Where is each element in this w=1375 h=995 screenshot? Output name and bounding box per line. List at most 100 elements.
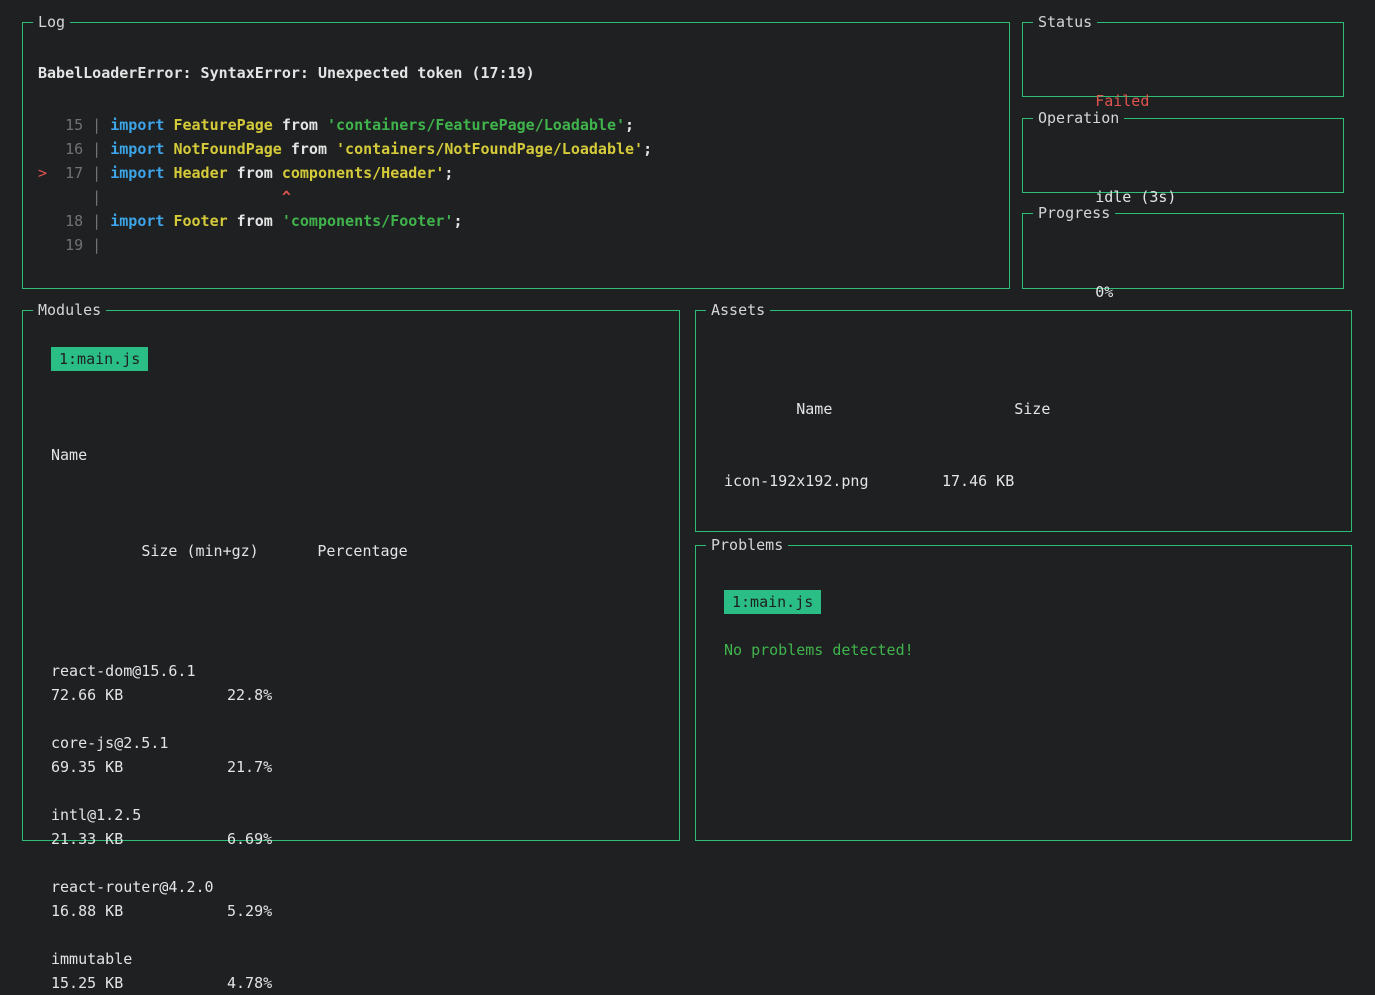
code-token: FeaturePage [173,116,272,134]
code-token: Footer [173,212,227,230]
log-code-line: 15 | import FeaturePage from 'containers… [38,113,994,137]
module-size-line: 72.66 KB22.8% [51,683,651,707]
assets-header-size: Size [1014,400,1050,418]
status-panel: Status Failed [1022,22,1344,97]
modules-header-name: Name [51,443,651,467]
code-token: ; [444,164,453,182]
module-row: intl@1.2.521.33 KB6.69% [51,803,651,851]
gutter-marker [38,212,47,230]
log-body: BabelLoaderError: SyntaxError: Unexpecte… [23,23,1009,257]
module-name: react-dom@15.6.1 [51,659,651,683]
assets-panel: Assets NameSize icon-192x192.png17.46 KB [695,310,1352,532]
progress-panel-title: Progress [1033,202,1115,224]
asset-row: icon-192x192.png17.46 KB [724,469,1323,493]
code-token: ^ [110,188,291,206]
log-code-line: > 17 | import Header from components/Hea… [38,161,994,185]
gutter-marker [38,116,47,134]
code-token: import [110,164,164,182]
code-token: NotFoundPage [173,140,281,158]
module-size-line: 69.35 KB21.7% [51,755,651,779]
problems-tab-main-js: 1:main.js [724,590,821,614]
gutter-marker [38,236,47,254]
code-token: from [282,140,336,158]
gutter-separator: | [83,164,110,182]
module-size: 16.88 KB [51,899,227,923]
module-percentage: 5.29% [227,902,272,920]
log-code-line: 16 | import NotFoundPage from 'container… [38,137,994,161]
module-size: 72.66 KB [51,683,227,707]
module-percentage: 4.78% [227,974,272,992]
module-row: react-router@4.2.016.88 KB5.29% [51,875,651,923]
progress-value: 0% [1095,283,1113,301]
gutter-marker [38,188,47,206]
gutter-line-number: 17 [47,164,83,182]
code-token: from [228,164,282,182]
assets-header-name: Name [796,397,1014,421]
code-token: components/Header' [282,164,445,182]
code-token: from [273,116,327,134]
problems-message: No problems detected! [724,638,1323,662]
code-token: import [110,116,164,134]
operation-panel-title: Operation [1033,107,1124,129]
status-panel-title: Status [1033,11,1097,33]
code-token: import [110,212,164,230]
module-name: react-router@4.2.0 [51,875,651,899]
code-token: 'components/Footer' [282,212,454,230]
gutter-line-number: 18 [47,212,83,230]
problems-panel: Problems 1:main.js No problems detected! [695,545,1352,841]
module-size: 15.25 KB [51,971,227,995]
log-code-line: 19 | [38,233,994,257]
gutter-line-number: 15 [47,116,83,134]
gutter-marker: > [38,164,47,182]
modules-header-size: Size (min+gz) [141,539,317,563]
operation-panel: Operation idle (3s) [1022,118,1344,193]
log-panel-title: Log [33,11,70,33]
code-token: import [110,140,164,158]
log-code-line: | ^ [38,185,994,209]
module-percentage: 6.69% [227,830,272,848]
gutter-separator: | [83,188,110,206]
error-message: BabelLoaderError: SyntaxError: Unexpecte… [38,61,994,85]
modules-panel: Modules 1:main.js Name Size (min+gz)Perc… [22,310,680,841]
modules-table-headers: Name Size (min+gz)Percentage [51,395,651,635]
assets-rows: icon-192x192.png17.46 KB [724,469,1323,493]
modules-rows: react-dom@15.6.172.66 KB22.8% core-js@2.5… [51,659,651,995]
module-percentage: 22.8% [227,686,272,704]
module-percentage: 21.7% [227,758,272,776]
code-token: ; [453,212,462,230]
code-token: ; [625,116,634,134]
gutter-line-number: 19 [47,236,83,254]
module-size: 69.35 KB [51,755,227,779]
module-name: intl@1.2.5 [51,803,651,827]
module-name: core-js@2.5.1 [51,731,651,755]
asset-size: 17.46 KB [942,472,1014,490]
gutter-separator: | [83,116,110,134]
gutter-separator: | [83,140,110,158]
gutter-separator: | [83,236,110,254]
asset-name: icon-192x192.png [724,469,942,493]
module-size: 21.33 KB [51,827,227,851]
module-row: core-js@2.5.169.35 KB21.7% [51,731,651,779]
code-token: ; [643,140,652,158]
module-size-line: 15.25 KB4.78% [51,971,651,995]
modules-panel-title: Modules [33,299,106,321]
module-size-line: 21.33 KB6.69% [51,827,651,851]
code-token: from [228,212,282,230]
module-row: immutable15.25 KB4.78% [51,947,651,995]
module-row: react-dom@15.6.172.66 KB22.8% [51,659,651,707]
module-size-line: 16.88 KB5.29% [51,899,651,923]
assets-table-headers: NameSize [724,373,1323,445]
log-code: 15 | import FeaturePage from 'containers… [38,113,994,257]
modules-tab-main-js: 1:main.js [51,347,148,371]
assets-panel-title: Assets [706,299,770,321]
module-name: immutable [51,947,651,971]
code-token: 'containers/FeaturePage/Loadable' [327,116,625,134]
code-token: Header [173,164,227,182]
modules-header-percentage: Percentage [317,542,407,560]
gutter-separator: | [83,212,110,230]
log-code-line: 18 | import Footer from 'components/Foot… [38,209,994,233]
gutter-line-number [47,188,83,206]
log-panel: Log BabelLoaderError: SyntaxError: Unexp… [22,22,1010,289]
problems-panel-title: Problems [706,534,788,556]
code-token: 'containers/NotFoundPage/Loadable' [336,140,643,158]
